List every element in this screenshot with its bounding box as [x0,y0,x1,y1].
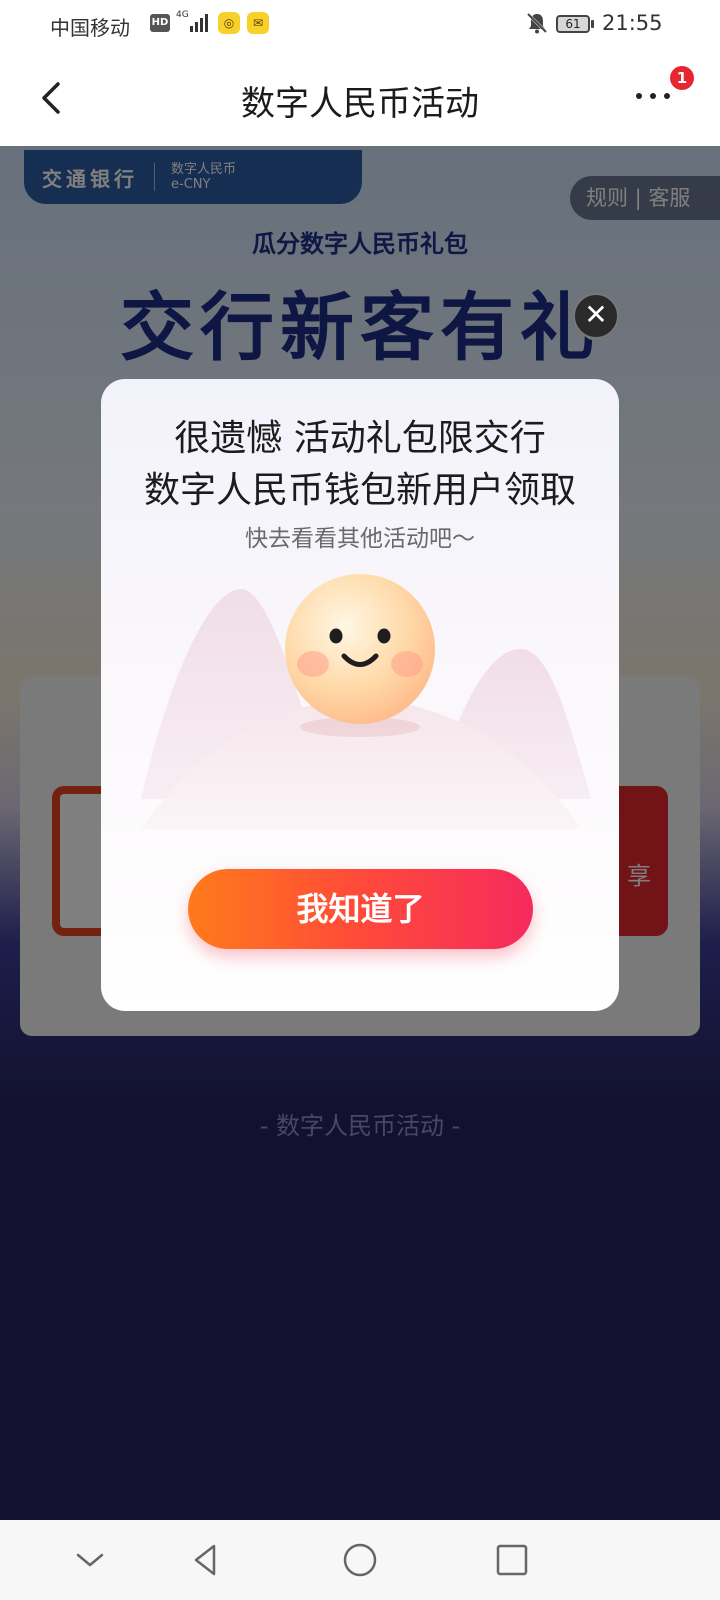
clock: 21:55 [602,11,663,35]
signal-icon [190,14,208,32]
app-notification-icon: ◎ [218,12,240,34]
carrier-label: 中国移动 [50,16,130,40]
status-bar: 中国移动 HD 4G ◎ ✉ 61 21:55 [0,0,720,50]
bell-muted-icon [526,12,548,34]
system-nav-bar [0,1520,720,1600]
close-button[interactable]: ✕ [573,293,619,339]
smiley-illustration [141,574,591,829]
battery-icon: 61 [556,15,590,33]
app-header: 数字人民币活动 1 [0,50,720,146]
notification-badge: 1 [670,66,694,90]
app-notification-icon: ✉ [247,12,269,34]
home-circle-icon[interactable] [340,1540,380,1580]
modal-message-line2: 数字人民币钱包新用户领取 [143,470,576,511]
more-options-icon[interactable] [636,86,680,106]
battery-tip [591,20,594,28]
notice-modal: 很遗憾 活动礼包限交行 数字人民币钱包新用户领取 快去看看其他活动吧～ 我知道了 [101,379,619,1011]
chevron-down-icon[interactable] [70,1540,110,1580]
modal-hint: 快去看看其他活动吧～ [245,526,475,552]
page-title: 数字人民币活动 [241,84,479,124]
got-it-button[interactable]: 我知道了 [188,869,533,949]
modal-message-line1: 很遗憾 活动礼包限交行 [174,418,546,459]
hd-badge: HD [150,14,170,32]
back-triangle-icon[interactable] [186,1540,226,1580]
network-label: 4G [176,10,189,20]
recents-square-icon[interactable] [492,1540,532,1580]
